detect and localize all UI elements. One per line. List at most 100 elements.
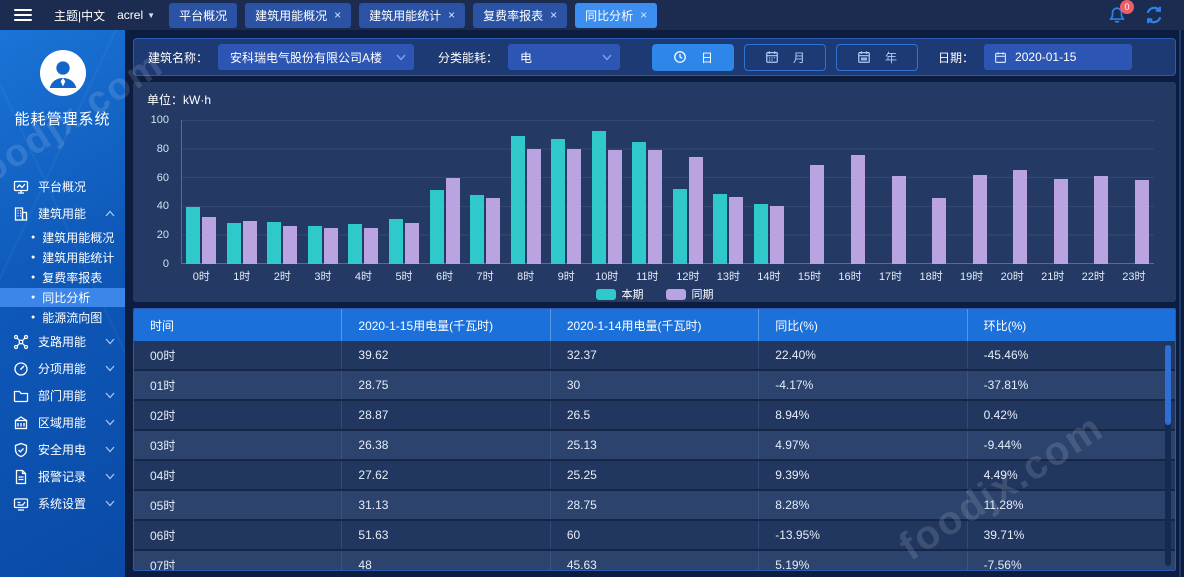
sidebar-subitem-复费率报表[interactable]: ●复费率报表 <box>0 268 125 287</box>
sidebar-subitem-建筑用能概况[interactable]: ●建筑用能概况 <box>0 228 125 247</box>
sidebar-subitem-能源流向图[interactable]: ●能源流向图 <box>0 308 125 327</box>
bar-previous[interactable] <box>648 150 662 264</box>
bar-current[interactable] <box>389 219 403 264</box>
x-tick-label: 8时 <box>505 268 546 284</box>
period-button-日[interactable]: 日 <box>652 44 734 71</box>
bar-previous[interactable] <box>446 178 460 264</box>
bar-current[interactable] <box>186 207 200 264</box>
bar-previous[interactable] <box>810 165 824 264</box>
bar-current[interactable] <box>632 142 646 264</box>
sidebar-item-支路用能[interactable]: 支路用能 <box>0 328 125 355</box>
bar-current[interactable] <box>470 195 484 264</box>
sidebar-item-分项用能[interactable]: 分项用能 <box>0 355 125 382</box>
tab-复费率报表[interactable]: 复费率报表× <box>473 3 567 28</box>
tab-同比分析[interactable]: 同比分析× <box>575 3 657 28</box>
refresh-button[interactable] <box>1144 5 1164 25</box>
sidebar-subitem-同比分析[interactable]: ●同比分析 <box>0 288 125 307</box>
bar-previous[interactable] <box>729 197 743 264</box>
period-button-年[interactable]: 年 <box>836 44 918 71</box>
table-row[interactable]: 07时4845.635.19%-7.56% <box>134 551 1175 571</box>
bar-current[interactable] <box>227 223 241 264</box>
legend-item-本期[interactable]: 本期 <box>596 286 644 302</box>
bar-current[interactable] <box>754 204 768 264</box>
table-cell: 05时 <box>134 491 342 519</box>
table-row[interactable]: 06时51.6360-13.95%39.71% <box>134 521 1175 551</box>
bar-previous[interactable] <box>973 175 987 264</box>
sidebar-item-安全用电[interactable]: 安全用电 <box>0 436 125 463</box>
table-row[interactable]: 05时31.1328.758.28%11.28% <box>134 491 1175 521</box>
table-row[interactable]: 04时27.6225.259.39%4.49% <box>134 461 1175 491</box>
bar-previous[interactable] <box>486 198 500 264</box>
tab-建筑用能概况[interactable]: 建筑用能概况× <box>245 3 351 28</box>
energy-type-select[interactable]: 电 <box>508 44 620 70</box>
period-button-月[interactable]: 月 <box>744 44 826 71</box>
bar-current[interactable] <box>713 194 727 264</box>
building-select[interactable]: 安科瑞电气股份有限公司A楼 <box>218 44 414 70</box>
table-row[interactable]: 03时26.3825.134.97%-9.44% <box>134 431 1175 461</box>
x-tick-label: 7时 <box>465 268 506 284</box>
bar-current[interactable] <box>267 222 281 264</box>
notification-badge: 0 <box>1120 0 1134 14</box>
bar-previous[interactable] <box>364 228 378 264</box>
tab-close-icon[interactable]: × <box>448 9 455 21</box>
bar-previous[interactable] <box>567 149 581 264</box>
bar-previous[interactable] <box>1094 176 1108 264</box>
bar-previous[interactable] <box>689 157 703 264</box>
y-tick-label: 40 <box>157 200 169 212</box>
tab-建筑用能统计[interactable]: 建筑用能统计 × <box>359 3 465 28</box>
sidebar-item-部门用能[interactable]: 部门用能 <box>0 382 125 409</box>
tab-close-icon[interactable]: × <box>640 9 647 21</box>
bar-previous[interactable] <box>324 228 338 264</box>
bar-previous[interactable] <box>527 149 541 264</box>
bar-previous[interactable] <box>1054 179 1068 264</box>
bar-group <box>546 120 587 264</box>
bar-previous[interactable] <box>405 223 419 264</box>
date-input[interactable]: 2020-01-15 <box>984 44 1132 70</box>
bar-previous[interactable] <box>608 150 622 264</box>
tab-close-icon[interactable]: × <box>334 9 341 21</box>
scrollbar-thumb[interactable] <box>1165 345 1171 425</box>
bar-previous[interactable] <box>932 198 946 264</box>
bar-previous[interactable] <box>283 226 297 264</box>
bar-previous[interactable] <box>1013 170 1027 264</box>
bar-current[interactable] <box>430 190 444 264</box>
bar-previous[interactable] <box>243 221 257 264</box>
sidebar-item-区域用能[interactable]: 区域用能 <box>0 409 125 436</box>
hamburger-menu-icon[interactable] <box>14 9 32 21</box>
bar-current[interactable] <box>308 226 322 264</box>
tab-label: 建筑用能统计 <box>369 7 441 24</box>
sidebar-subitem-建筑用能统计[interactable]: ●建筑用能统计 <box>0 248 125 267</box>
bar-previous[interactable] <box>892 176 906 264</box>
table-scrollbar[interactable] <box>1165 345 1171 566</box>
table-row[interactable]: 00时39.6232.3722.40%-45.46% <box>134 341 1175 371</box>
sidebar-item-平台概况[interactable]: 平台概况 <box>0 173 125 200</box>
sidebar-subitem-label: 建筑用能概况 <box>42 229 114 246</box>
bar-current[interactable] <box>673 189 687 264</box>
bar-previous[interactable] <box>770 206 784 264</box>
user-avatar-icon <box>43 53 83 93</box>
legend-item-同期[interactable]: 同期 <box>666 286 714 302</box>
notification-bell[interactable]: 0 <box>1108 6 1126 24</box>
sidebar-item-报警记录[interactable]: 报警记录 <box>0 463 125 490</box>
bar-current[interactable] <box>348 224 362 264</box>
sidebar-item-label: 系统设置 <box>38 495 105 512</box>
legend-swatch <box>596 289 616 300</box>
theme-language-label[interactable]: 主题|中文 <box>54 7 105 24</box>
x-tick-label: 12时 <box>668 268 709 284</box>
bar-current[interactable] <box>551 139 565 264</box>
bar-previous[interactable] <box>851 155 865 264</box>
user-menu[interactable]: acrel ▼ <box>117 8 155 22</box>
avatar[interactable] <box>40 50 86 96</box>
calendar-icon <box>994 51 1007 64</box>
tab-close-icon[interactable]: × <box>550 9 557 21</box>
table-row[interactable]: 01时28.7530-4.17%-37.81% <box>134 371 1175 401</box>
bar-previous[interactable] <box>202 217 216 264</box>
bar-current[interactable] <box>511 136 525 264</box>
x-tick-label: 3时 <box>303 268 344 284</box>
tab-平台概况[interactable]: 平台概况 <box>169 3 237 28</box>
sidebar-item-系统设置[interactable]: 系统设置 <box>0 490 125 517</box>
bar-previous[interactable] <box>1135 180 1149 264</box>
sidebar-item-建筑用能[interactable]: 建筑用能 <box>0 200 125 227</box>
table-row[interactable]: 02时28.8726.58.94%0.42% <box>134 401 1175 431</box>
bar-current[interactable] <box>592 131 606 264</box>
